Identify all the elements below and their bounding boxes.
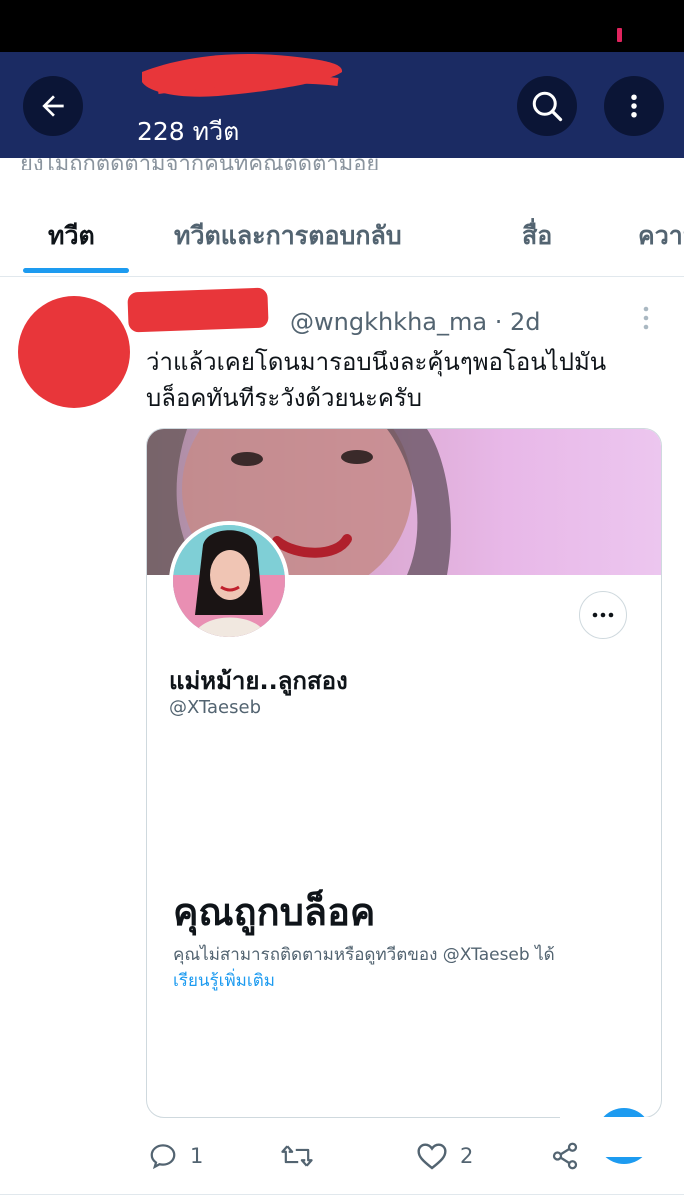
more-vertical-icon bbox=[631, 94, 637, 118]
search-button[interactable] bbox=[517, 76, 577, 136]
redacted-author-name bbox=[127, 287, 269, 333]
blocked-description: คุณไม่สามารถติดตามหรือดูทวีตของ @XTaeseb… bbox=[173, 945, 555, 965]
heart-icon bbox=[417, 1143, 447, 1170]
profile-bio-cut: ยังไม่ถูกติดตามจากคนที่คุณติดตามอยู่ bbox=[0, 158, 684, 170]
like-button[interactable]: 2 bbox=[416, 1132, 473, 1180]
tab-tweets[interactable]: ทวีต bbox=[48, 216, 95, 256]
card-more-button[interactable] bbox=[579, 591, 627, 639]
share-icon bbox=[552, 1142, 578, 1170]
active-tab-indicator bbox=[23, 268, 129, 273]
back-button[interactable] bbox=[23, 76, 83, 136]
more-options-button[interactable] bbox=[604, 76, 664, 136]
tab-likes[interactable]: ความ bbox=[638, 216, 684, 256]
more-horizontal-icon bbox=[592, 612, 614, 618]
profile-avatar bbox=[169, 521, 289, 641]
redacted-avatar[interactable] bbox=[18, 296, 130, 408]
tabs-divider bbox=[0, 276, 684, 277]
like-count: 2 bbox=[460, 1144, 474, 1168]
search-icon bbox=[532, 91, 563, 122]
retweet-icon bbox=[281, 1145, 313, 1167]
learn-more-link[interactable]: เรียนรู้เพิ่มเติม bbox=[173, 967, 275, 994]
reply-button[interactable]: 1 bbox=[148, 1132, 203, 1180]
avatar-photo bbox=[173, 525, 285, 637]
recording-indicator bbox=[617, 28, 622, 42]
profile-header: 228 ทวีต bbox=[0, 52, 684, 158]
blocked-title: คุณถูกบล็อค bbox=[173, 890, 376, 934]
tab-media[interactable]: สื่อ bbox=[522, 216, 552, 256]
tab-tweets-and-replies[interactable]: ทวีตและการตอบกลับ bbox=[174, 216, 402, 256]
tweet-count: 228 ทวีต bbox=[137, 117, 240, 146]
status-bar bbox=[0, 0, 684, 52]
share-button[interactable] bbox=[550, 1132, 580, 1180]
back-arrow-icon bbox=[42, 95, 64, 117]
tweet-actions: 1 2 bbox=[146, 1132, 666, 1180]
retweet-button[interactable] bbox=[280, 1132, 326, 1180]
profile-tabs: ทวีต ทวีตและการตอบกลับ สื่อ ความ bbox=[0, 196, 684, 276]
more-vertical-icon bbox=[643, 306, 649, 330]
tweet-text: ว่าแล้วเคยโดนมารอบนึงละคุ้นๆพอโอนไปมัน บ… bbox=[146, 348, 607, 412]
reply-icon bbox=[150, 1144, 176, 1170]
redacted-display-name bbox=[142, 53, 343, 97]
bottom-divider bbox=[0, 1194, 684, 1195]
card-handle: @XTaeseb bbox=[169, 697, 262, 718]
card-display-name: แม่หม้าย..ลูกสอง bbox=[169, 667, 348, 695]
tweet-menu-button[interactable] bbox=[640, 304, 652, 336]
reply-count: 1 bbox=[190, 1144, 204, 1168]
blocked-profile-screenshot[interactable]: แม่หม้าย..ลูกสอง @XTaeseb คุณถูกบล็อค คุ… bbox=[146, 428, 662, 1118]
author-handle-time: @wngkhkha_ma · 2d bbox=[290, 308, 541, 336]
bio-text: ยังไม่ถูกติดตามจากคนที่คุณติดตามอยู่ bbox=[20, 158, 379, 170]
